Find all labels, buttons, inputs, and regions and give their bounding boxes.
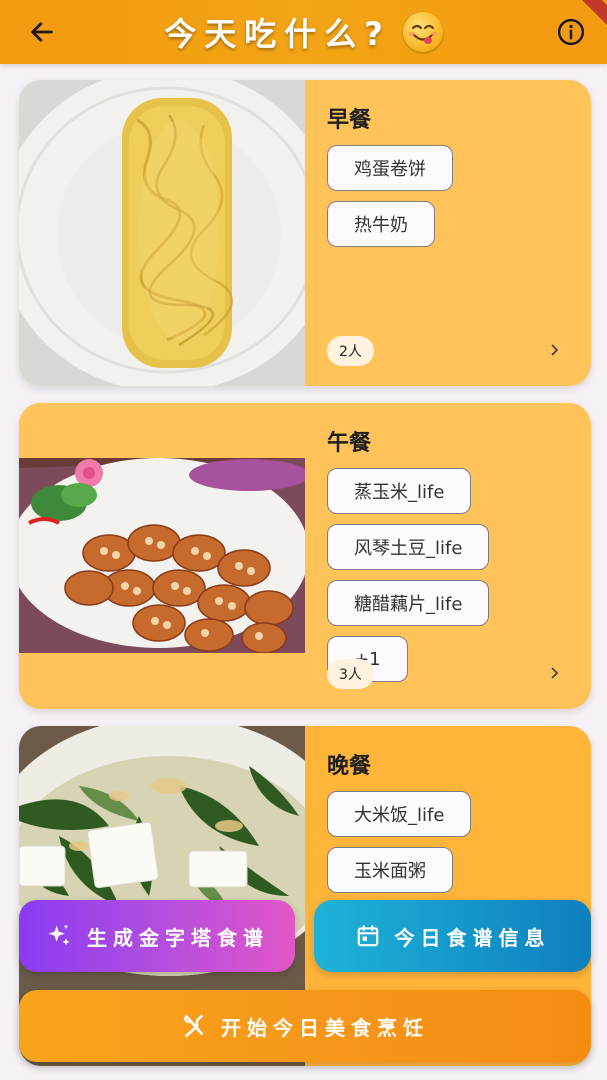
people-count-badge: 3人: [327, 659, 374, 689]
meal-card-lunch[interactable]: 午餐 蒸玉米_life 风琴土豆_life 糖醋藕片_life +1 3人: [19, 403, 591, 709]
fork-knife-icon: [183, 1014, 203, 1038]
chevron-right-icon[interactable]: [547, 665, 563, 681]
meal-title: 午餐: [327, 431, 372, 456]
calendar-icon: [357, 925, 378, 947]
dish-chip[interactable]: 大米饭_life: [327, 791, 472, 837]
dish-chip[interactable]: 热牛奶: [327, 201, 435, 247]
start-cooking-button[interactable]: 开始今日美食烹饪: [19, 990, 591, 1062]
dish-chip[interactable]: 玉米面粥: [327, 847, 453, 893]
arrow-left-icon: [31, 22, 53, 42]
start-cooking-label: 开始今日美食烹饪: [221, 1015, 429, 1040]
meal-card-breakfast[interactable]: 早餐 鸡蛋卷饼 热牛奶 2人: [19, 80, 591, 386]
info-button[interactable]: [553, 14, 589, 50]
dish-chip[interactable]: 鸡蛋卷饼: [327, 145, 453, 191]
dish-chip[interactable]: 糖醋藕片_life: [327, 580, 490, 626]
back-button[interactable]: [22, 14, 62, 50]
breakfast-panel: 早餐 鸡蛋卷饼 热牛奶 2人: [305, 80, 591, 386]
meal-title: 早餐: [327, 108, 372, 133]
info-circle-icon: [557, 18, 585, 46]
generate-pyramid-recipe-button[interactable]: 生成金字塔食谱: [19, 900, 295, 972]
dish-chip[interactable]: 风琴土豆_life: [327, 524, 490, 570]
generate-pyramid-recipe-label: 生成金字塔食谱: [87, 925, 269, 950]
chevron-right-icon[interactable]: [547, 342, 563, 358]
dish-chip[interactable]: 蒸玉米_life: [327, 468, 472, 514]
title-wrap: 今天吃什么?: [164, 9, 443, 55]
today-recipe-info-label: 今日食谱信息: [394, 925, 551, 950]
breakfast-photo: [19, 80, 305, 386]
app-bar: 今天吃什么?: [0, 0, 607, 64]
page-title: 今天吃什么?: [164, 15, 391, 53]
today-recipe-info-button[interactable]: 今日食谱信息: [314, 900, 591, 972]
smiling-face-tongue-icon: [402, 12, 443, 52]
lunch-photo: [19, 403, 305, 709]
meal-title: 晚餐: [327, 754, 372, 779]
sparkle-icon: [48, 924, 70, 946]
lunch-panel: 午餐 蒸玉米_life 风琴土豆_life 糖醋藕片_life +1 3人: [305, 403, 591, 709]
people-count-badge: 2人: [327, 336, 374, 366]
